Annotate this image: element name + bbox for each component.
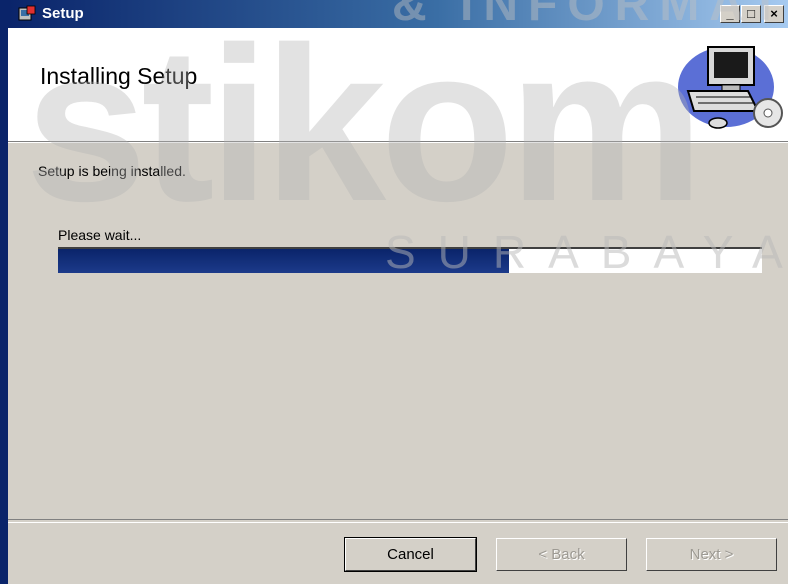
cancel-button[interactable]: Cancel [344,537,477,572]
footer-divider [8,519,788,523]
computer-illustration-icon [678,46,783,129]
install-progress-bar [58,247,762,273]
header-divider [8,142,788,143]
maximize-button[interactable]: □ [741,5,761,23]
back-button[interactable]: < Back [496,538,627,571]
close-button[interactable]: × [764,5,784,23]
setup-window: Setup _ □ × Installing Setup Setup is be… [0,0,788,584]
title-bar[interactable]: Setup _ □ × [8,0,788,28]
header-banner: Installing Setup [8,28,788,142]
minimize-button[interactable]: _ [720,5,740,23]
progress-fill [58,249,509,273]
wait-label: Please wait... [58,227,142,243]
page-title: Installing Setup [40,63,198,89]
next-button[interactable]: Next > [646,538,777,571]
status-message: Setup is being installed. [38,163,186,179]
window-title: Setup [42,5,84,22]
setup-app-icon [18,5,36,21]
